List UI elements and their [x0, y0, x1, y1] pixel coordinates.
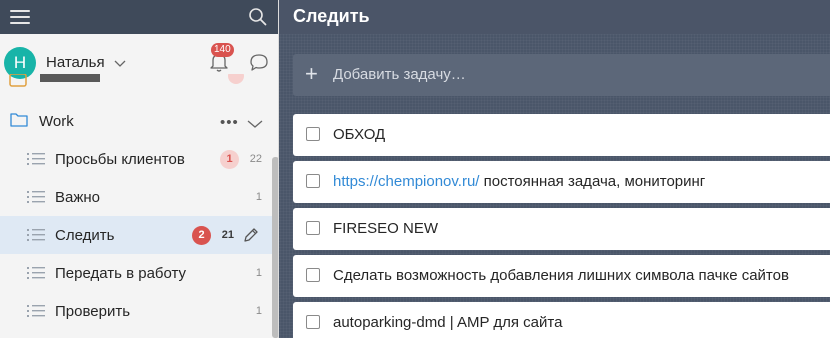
- sidebar-item-label: Проверить: [55, 303, 131, 320]
- chat-icon[interactable]: [248, 52, 270, 74]
- list-icon: [27, 304, 45, 321]
- sidebar-item-client-requests[interactable]: Просьбы клиентов 1 22: [0, 140, 272, 178]
- task-title: autoparking-dmd | AMP для сайта: [333, 314, 563, 331]
- task-count: 1: [255, 305, 262, 317]
- list-icon: [27, 266, 45, 283]
- task-title-text: постоянная задача, мониторинг: [479, 173, 706, 190]
- task-count: 21: [221, 229, 234, 241]
- task-row[interactable]: https://chempionov.ru/ постоянная задача…: [293, 161, 830, 203]
- chevron-down-icon[interactable]: [247, 116, 263, 132]
- folder-name: Work: [39, 113, 74, 130]
- sidebar-item-label: Следить: [55, 227, 115, 244]
- list-icon: [27, 228, 45, 245]
- sidebar-item-watch[interactable]: Следить 2 21: [0, 216, 272, 254]
- sidebar: H Наталья 140 Work ••• Просьбы клиентов …: [0, 0, 279, 338]
- sidebar-item-label: Просьбы клиентов: [55, 151, 185, 168]
- user-name[interactable]: Наталья: [46, 54, 105, 71]
- search-icon[interactable]: [246, 5, 270, 29]
- task-count: 1: [255, 267, 262, 279]
- task-title: FIRESEO NEW: [333, 220, 439, 237]
- task-row[interactable]: FIRESEO NEW: [293, 208, 830, 250]
- task-title: ОБХОД: [333, 126, 386, 143]
- notifications-badge: 140: [211, 43, 234, 57]
- folder-work[interactable]: Work •••: [0, 102, 272, 140]
- sidebar-item-hand-over[interactable]: Передать в работу 1: [0, 254, 272, 292]
- main-header: Следить: [279, 0, 830, 34]
- sidebar-item-check[interactable]: Проверить 1: [0, 292, 272, 330]
- task-checkbox[interactable]: [306, 221, 320, 235]
- edit-icon[interactable]: [242, 226, 260, 247]
- task-count: 1: [255, 191, 262, 203]
- task-checkbox[interactable]: [306, 127, 320, 141]
- more-icon[interactable]: •••: [220, 114, 239, 131]
- overdue-badge: 1: [220, 150, 239, 169]
- task-link[interactable]: https://chempionov.ru/: [333, 173, 479, 190]
- sidebar-item-label: Важно: [55, 189, 101, 206]
- add-task-placeholder: Добавить задачу…: [333, 66, 466, 83]
- task-checkbox[interactable]: [306, 174, 320, 188]
- task-checkbox[interactable]: [306, 315, 320, 329]
- chevron-down-icon[interactable]: [114, 56, 126, 72]
- plus-icon: +: [305, 61, 318, 86]
- task-title: https://chempionov.ru/ постоянная задача…: [333, 173, 705, 190]
- overdue-badge: 2: [192, 226, 211, 245]
- page-title: Следить: [293, 6, 370, 26]
- sidebar-item-important[interactable]: Важно 1: [0, 178, 272, 216]
- main-panel: Следить + Добавить задачу… ОБХОД https:/…: [279, 0, 830, 338]
- sidebar-toolbar: [0, 0, 278, 34]
- menu-icon[interactable]: [10, 9, 30, 25]
- task-title: Сделать возможность добавления лишних си…: [333, 267, 789, 284]
- folder-icon: [10, 112, 28, 130]
- task-row[interactable]: ОБХОД: [293, 114, 830, 156]
- add-task-input[interactable]: + Добавить задачу…: [293, 54, 830, 96]
- task-row[interactable]: autoparking-dmd | AMP для сайта: [293, 302, 830, 338]
- list-icon: [27, 152, 45, 169]
- list-item[interactable]: [0, 74, 272, 90]
- task-checkbox[interactable]: [306, 268, 320, 282]
- sidebar-scrollbar[interactable]: [272, 157, 278, 338]
- sidebar-item-label: Передать в работу: [55, 265, 187, 282]
- list-icon: [27, 190, 45, 207]
- task-count: 22: [249, 153, 262, 165]
- task-row[interactable]: Сделать возможность добавления лишних си…: [293, 255, 830, 297]
